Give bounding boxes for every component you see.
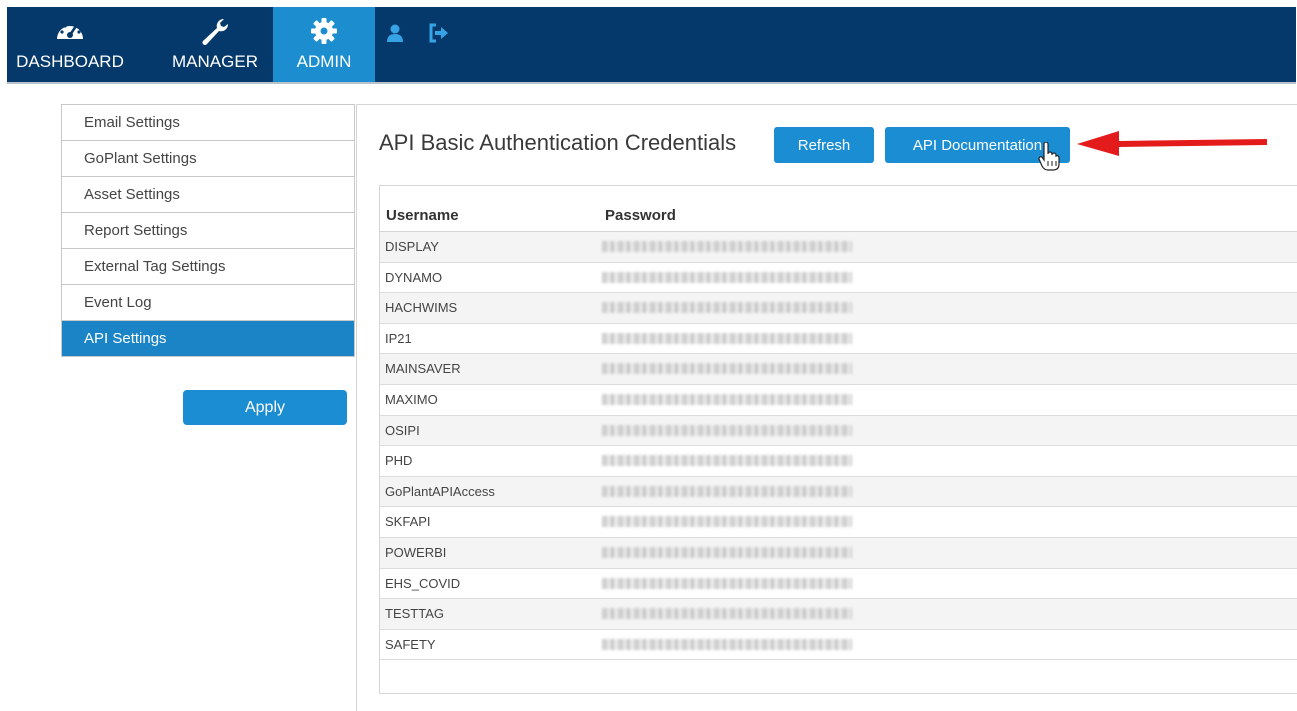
password-cell-redacted (602, 271, 852, 283)
sidebar-item-email-settings[interactable]: Email Settings (62, 105, 354, 141)
red-annotation-arrow-icon (1075, 128, 1270, 163)
username-cell: POWERBI (385, 544, 447, 560)
nav-dashboard-label: DASHBOARD (16, 52, 124, 71)
table-row[interactable]: PHD (380, 446, 1297, 477)
table-row[interactable]: MAINSAVER (380, 354, 1297, 385)
username-cell: DISPLAY (385, 239, 439, 254)
username-cell: PHD (385, 453, 413, 469)
password-cell-redacted (602, 546, 852, 558)
username-cell: SAFETY (385, 636, 436, 652)
column-header-username: Username (386, 207, 459, 224)
column-header-password: Password (605, 207, 676, 224)
settings-sidebar: Email Settings GoPlant Settings Asset Se… (61, 104, 355, 357)
top-nav-bar: DASHBOARD MANAGER ADMIN (7, 7, 1296, 84)
username-cell: MAXIMO (385, 391, 438, 407)
table-header: Username Password (380, 203, 1297, 232)
username-cell: GoPlantAPIAccess (385, 483, 495, 499)
dashboard-gauge-icon (54, 17, 86, 48)
refresh-button[interactable]: Refresh (774, 127, 874, 163)
password-cell-redacted (602, 516, 852, 528)
username-cell: DYNAMO (385, 269, 443, 285)
table-row[interactable]: POWERBI (380, 537, 1297, 569)
table-row[interactable]: SKFAPI (380, 507, 1297, 538)
password-cell-redacted (602, 485, 852, 497)
wrench-icon (200, 17, 230, 50)
nav-manager-label: MANAGER (172, 52, 258, 71)
username-cell: OSIPI (385, 422, 420, 438)
table-row[interactable]: EHS_COVID (380, 568, 1297, 600)
content-panel-border (356, 104, 357, 711)
sidebar-item-asset-settings[interactable]: Asset Settings (62, 177, 354, 213)
username-cell: EHS_COVID (385, 575, 461, 591)
password-cell-redacted (602, 363, 852, 375)
username-cell: IP21 (385, 330, 412, 346)
username-cell: TESTTAG (385, 606, 444, 622)
user-icon[interactable] (385, 23, 405, 48)
username-cell: SKFAPI (385, 514, 431, 530)
password-cell-redacted (602, 393, 852, 405)
table-row[interactable]: HACHWIMS (380, 293, 1297, 324)
table-row[interactable]: GoPlantAPIAccess (380, 476, 1297, 508)
password-cell-redacted (602, 302, 852, 314)
apply-button[interactable]: Apply (183, 390, 347, 425)
table-body: DISPLAY DYNAMO HACHWIMS IP21 MAINSAVER MAXIMO… (380, 232, 1297, 661)
password-cell-redacted (602, 455, 852, 467)
table-row[interactable]: IP21 (380, 323, 1297, 355)
password-cell-redacted (602, 577, 852, 589)
nav-admin[interactable]: ADMIN (273, 7, 375, 84)
password-cell-redacted (602, 424, 852, 436)
credentials-table: Username Password DISPLAY DYNAMO HACHWIMS I… (379, 185, 1297, 694)
logout-icon[interactable] (428, 23, 450, 48)
gear-icon (310, 17, 338, 50)
nav-dashboard[interactable]: DASHBOARD (7, 7, 133, 82)
table-row[interactable]: DISPLAY (380, 232, 1297, 263)
sidebar-item-api-settings[interactable]: API Settings (62, 321, 354, 357)
table-row[interactable]: SAFETY (380, 629, 1297, 661)
content-panel-top-border (356, 104, 1297, 105)
table-row[interactable]: MAXIMO (380, 384, 1297, 416)
hand-cursor-icon (1038, 141, 1060, 177)
nav-manager[interactable]: MANAGER (157, 7, 273, 82)
table-row[interactable]: OSIPI (380, 415, 1297, 447)
table-row[interactable]: TESTTAG (380, 599, 1297, 630)
username-cell: MAINSAVER (385, 361, 461, 377)
sidebar-item-report-settings[interactable]: Report Settings (62, 213, 354, 249)
top-nav-divider (7, 82, 1296, 84)
sidebar-item-goplant-settings[interactable]: GoPlant Settings (62, 141, 354, 177)
page-title: API Basic Authentication Credentials (379, 130, 737, 155)
password-cell-redacted (602, 638, 852, 650)
sidebar-item-external-tag-settings[interactable]: External Tag Settings (62, 249, 354, 285)
sidebar-item-event-log[interactable]: Event Log (62, 285, 354, 321)
password-cell-redacted (602, 608, 852, 620)
nav-admin-label: ADMIN (296, 52, 352, 71)
password-cell-redacted (602, 332, 852, 344)
password-cell-redacted (602, 241, 852, 252)
table-row[interactable]: DYNAMO (380, 262, 1297, 294)
username-cell: HACHWIMS (385, 300, 458, 316)
